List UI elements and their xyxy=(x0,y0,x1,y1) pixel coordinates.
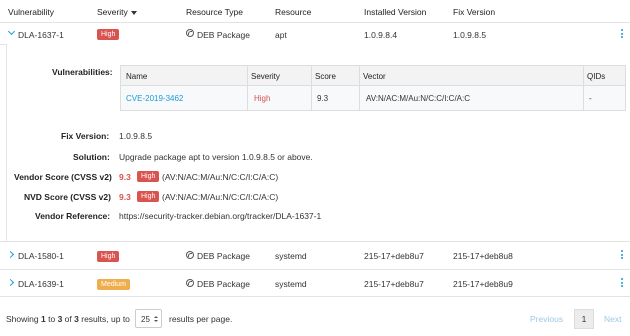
kebab-menu-icon[interactable] xyxy=(621,278,624,289)
vulnerabilities-label: Vulnerabilities: xyxy=(52,67,113,77)
package-icon xyxy=(186,279,194,287)
vendor-reference-label: Vendor Reference: xyxy=(35,211,111,221)
nvd-score-badge: High xyxy=(137,191,160,202)
divider xyxy=(0,296,630,297)
solution-label: Solution: xyxy=(73,152,110,162)
sort-down-icon xyxy=(130,10,137,15)
kebab-menu-icon[interactable] xyxy=(621,250,624,261)
current-page-button[interactable]: 1 xyxy=(574,309,594,329)
vendor-score-badge: High xyxy=(137,171,160,182)
installed-version: 215-17+deb8u7 xyxy=(364,279,424,289)
table-header: Vulnerability Severity Resource Type Res… xyxy=(0,0,630,22)
col-severity-label: Severity xyxy=(97,7,128,17)
cve-vector: AV:N/AC:M/Au:N/C:C/I:C/A:C xyxy=(366,94,471,103)
col-name: Name xyxy=(126,72,148,81)
cve-qids: - xyxy=(589,94,592,103)
resource-type: DEB Package xyxy=(197,279,250,289)
table-row[interactable]: DLA-1637-1 High DEB Package apt 1.0.9.8.… xyxy=(0,23,630,44)
resource-type: DEB Package xyxy=(197,251,250,261)
nvd-vector: (AV:N/AC:M/Au:N/C:C/I:C/A:C) xyxy=(162,192,279,202)
vuln-id-link[interactable]: DLA-1639-1 xyxy=(18,279,64,289)
cve-link[interactable]: CVE-2019-3462 xyxy=(126,94,183,103)
col-severity: Severity xyxy=(251,72,280,81)
nvd-score-value: 9.3 xyxy=(119,192,131,202)
chevron-right-icon[interactable] xyxy=(6,250,15,259)
col-qids: QIDs xyxy=(587,72,606,81)
installed-version: 1.0.9.8.4 xyxy=(364,30,398,40)
vulnerabilities-table-header: Name Severity Score Vector QIDs xyxy=(121,66,625,86)
cve-severity: High xyxy=(254,94,271,103)
per-page-value: 25 xyxy=(141,315,150,324)
resource-type: DEB Package xyxy=(197,30,250,40)
table-row: CVE-2019-3462 High 9.3 AV:N/AC:M/Au:N/C:… xyxy=(121,86,625,110)
vendor-reference-link[interactable]: https://security-tracker.debian.org/trac… xyxy=(119,211,321,221)
solution-value: Upgrade package apt to version 1.0.9.8.5… xyxy=(119,152,313,162)
chevron-down-icon[interactable] xyxy=(7,27,16,36)
table-row[interactable]: DLA-1580-1 High DEB Package systemd 215-… xyxy=(0,242,630,269)
kebab-menu-icon[interactable] xyxy=(621,29,624,40)
select-arrows-icon xyxy=(154,316,158,323)
per-page-suffix: results per page. xyxy=(169,314,233,324)
per-page-select[interactable]: 25 xyxy=(135,309,162,328)
col-vector: Vector xyxy=(363,72,386,81)
col-resource-type[interactable]: Resource Type xyxy=(186,7,243,17)
results-summary: Showing 1 to 3 of 3 results, up to xyxy=(6,314,130,324)
col-score: Score xyxy=(315,72,336,81)
vendor-vector: (AV:N/AC:M/Au:N/C:C/I:C/A:C) xyxy=(162,172,279,182)
resource: apt xyxy=(275,30,287,40)
cve-score: 9.3 xyxy=(317,94,329,103)
severity-badge: High xyxy=(97,29,120,40)
next-page-button[interactable]: Next xyxy=(604,314,621,324)
col-fix-version[interactable]: Fix Version xyxy=(453,7,495,17)
fix-version: 215-17+deb8u8 xyxy=(453,251,513,261)
vuln-id-link[interactable]: DLA-1637-1 xyxy=(18,30,64,40)
installed-version: 215-17+deb8u7 xyxy=(364,251,424,261)
previous-page-button[interactable]: Previous xyxy=(530,314,563,324)
col-vulnerability[interactable]: Vulnerability xyxy=(8,7,54,17)
col-resource[interactable]: Resource xyxy=(275,7,311,17)
resource: systemd xyxy=(275,279,307,289)
resource: systemd xyxy=(275,251,307,261)
vuln-id-link[interactable]: DLA-1580-1 xyxy=(18,251,64,261)
fix-version: 1.0.9.8.5 xyxy=(453,30,487,40)
chevron-right-icon[interactable] xyxy=(6,278,15,287)
severity-badge: High xyxy=(97,251,120,262)
vulnerabilities-table: Name Severity Score Vector QIDs CVE-2019… xyxy=(120,65,626,111)
package-icon xyxy=(186,251,194,259)
fix-version: 215-17+deb8u9 xyxy=(453,279,513,289)
col-severity[interactable]: Severity xyxy=(97,7,137,17)
col-installed-version[interactable]: Installed Version xyxy=(364,7,426,17)
nvd-score-label: NVD Score (CVSS v2) xyxy=(24,192,111,202)
vendor-score-value: 9.3 xyxy=(119,172,131,182)
severity-badge: Medium xyxy=(97,279,130,290)
table-row[interactable]: DLA-1639-1 Medium DEB Package systemd 21… xyxy=(0,270,630,296)
package-icon xyxy=(186,29,194,37)
vendor-score-label: Vendor Score (CVSS v2) xyxy=(14,172,112,182)
fix-version-label: Fix Version: xyxy=(61,131,110,141)
fix-version-value: 1.0.9.8.5 xyxy=(119,131,153,141)
